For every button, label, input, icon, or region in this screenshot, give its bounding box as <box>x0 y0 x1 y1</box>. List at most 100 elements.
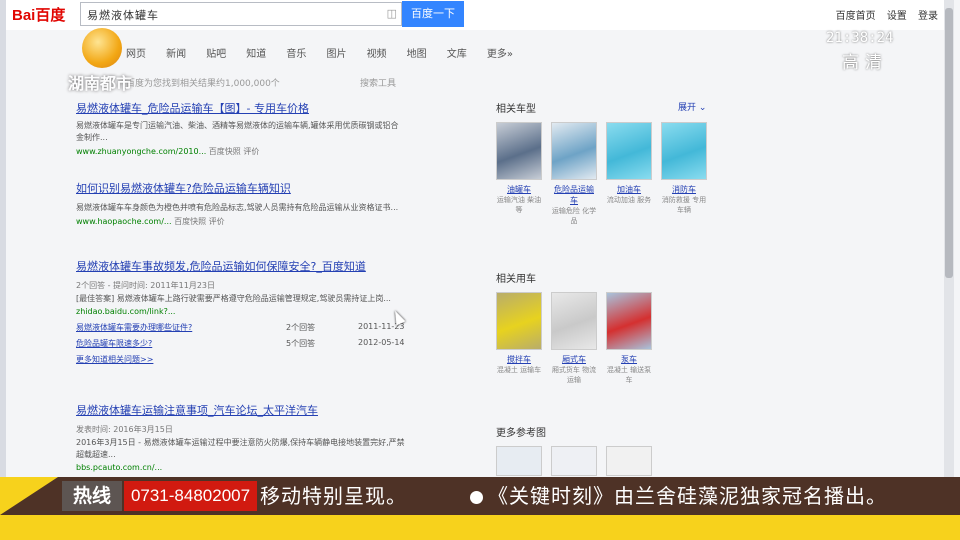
answer-count: 5个回答 <box>286 339 316 348</box>
card-subtitle: 消防救援 专用车辆 <box>661 196 707 214</box>
result-snippet: 2016年3月15日 - 易燃液体罐车运输过程中要注意防火防爆,保持车辆静电接地… <box>76 438 405 459</box>
side-card[interactable]: 消防车 消防救援 专用车辆 <box>661 122 707 215</box>
result-url-text: www.haopaoche.com/... <box>76 217 172 226</box>
bullet-dot-icon <box>470 491 483 504</box>
related-question-row: 易燃液体罐车需要办理哪些证件? 2个回答 2011-11-23 <box>76 322 406 334</box>
top-link-login[interactable]: 登录 <box>918 11 938 22</box>
side-card[interactable]: 加油车 流动加油 服务 <box>606 122 652 205</box>
answer-count: 2个回答 <box>286 323 316 332</box>
card-subtitle: 混凝土 输送泵车 <box>606 366 652 384</box>
baidu-logo[interactable]: Bai百度 <box>12 4 65 25</box>
hd-label: 高清 <box>842 53 888 73</box>
eval-link[interactable]: 评价 <box>243 147 259 156</box>
search-tools-link[interactable]: 搜索工具 <box>360 76 396 89</box>
result-snippet: [最佳答案] 易燃液体罐车上路行驶需要严格遵守危险品运输管理规定,驾驶员需持证上… <box>76 294 391 303</box>
result-url: www.haopaoche.com/... 百度快照 评价 <box>76 216 476 227</box>
tab-video[interactable]: 视频 <box>367 45 387 60</box>
tab-music[interactable]: 音乐 <box>286 45 306 60</box>
tab-more[interactable]: 更多» <box>487 45 513 60</box>
tab-tieba[interactable]: 贴吧 <box>206 45 226 60</box>
scrollbar-thumb[interactable] <box>945 8 953 278</box>
result-title-link[interactable]: 易燃液体罐车运输注意事项_汽车论坛_太平洋汽车 <box>76 402 476 418</box>
search-tabs: 网页 新闻 贴吧 知道 音乐 图片 视频 地图 文库 更多» <box>126 42 528 60</box>
card-label: 危险品运输车 <box>554 185 594 205</box>
result-snippet: 易燃液体罐车车身颜色为橙色并喷有危险品标志,驾驶人员需持有危险品运输从业资格证书… <box>76 203 399 212</box>
top-link-home[interactable]: 百度首页 <box>836 11 876 22</box>
result-title-link[interactable]: 易燃液体罐车_危险品运输车【图】- 专用车价格 <box>76 100 476 116</box>
reference-thumbnail[interactable] <box>606 446 652 476</box>
card-label: 泵车 <box>621 355 637 364</box>
tab-images[interactable]: 图片 <box>326 45 346 60</box>
tab-news[interactable]: 新闻 <box>166 45 186 60</box>
card-label: 搅拌车 <box>507 355 531 364</box>
reference-thumbnail[interactable] <box>496 446 542 476</box>
card-thumbnail <box>551 292 597 350</box>
camera-icon[interactable]: ◫ <box>387 7 397 20</box>
search-query-text: 易燃液体罐车 <box>87 9 159 22</box>
more-questions-row: 更多知道相关问题>> <box>76 354 406 366</box>
ticker-text: 移动特别呈现。 <box>260 484 407 508</box>
news-ticker: 热线 0731-84802007 移动特别呈现。 《关键时刻》由兰舍硅藻泥独家冠… <box>0 477 960 540</box>
expand-label: 展开 <box>678 103 697 113</box>
cache-link[interactable]: 百度快照 <box>174 217 206 226</box>
result-title-link[interactable]: 易燃液体罐车事故频发,危险品运输如何保障安全?_百度知道 <box>76 258 476 274</box>
card-subtitle: 厢式货车 物流运输 <box>551 366 597 384</box>
card-thumbnail <box>661 122 707 180</box>
card-label: 消防车 <box>672 185 696 194</box>
channel-logo-disc-icon <box>82 28 122 68</box>
expand-link[interactable]: 展开 ⌄ <box>678 100 706 113</box>
side-card[interactable]: 搅拌车 混凝土 运输车 <box>496 292 542 375</box>
search-result: 易燃液体罐车_危险品运输车【图】- 专用车价格 易燃液体罐车是专门运输汽油、柴油… <box>76 100 476 157</box>
result-meta: 发表时间: 2016年3月15日 <box>76 425 173 434</box>
more-questions-link[interactable]: 更多知道相关问题>> <box>76 355 153 364</box>
result-url: bbs.pcauto.com.cn/... <box>76 463 163 472</box>
side-section-title: 相关车型 <box>496 104 536 115</box>
hotline-label: 热线 <box>62 481 122 511</box>
related-question-row: 危险品罐车限速多少? 5个回答 2012-05-14 <box>76 338 406 350</box>
side-section-title: 相关用车 <box>496 274 536 285</box>
channel-name: 湖南都市 <box>67 74 132 93</box>
card-thumbnail <box>606 292 652 350</box>
window-edge <box>0 0 6 480</box>
tab-map[interactable]: 地图 <box>407 45 427 60</box>
result-url: zhidao.baidu.com/link?... <box>76 307 176 316</box>
card-subtitle: 运输汽油 柴油等 <box>496 196 542 214</box>
top-link-settings[interactable]: 设置 <box>887 11 907 22</box>
result-url: www.zhuanyongche.com/2010... 百度快照 评价 <box>76 146 476 157</box>
top-links: 百度首页 设置 登录 <box>828 7 938 22</box>
card-label: 加油车 <box>617 185 641 194</box>
tab-zhidao[interactable]: 知道 <box>246 45 266 60</box>
card-label: 油罐车 <box>507 185 531 194</box>
side-card[interactable]: 厢式车 厢式货车 物流运输 <box>551 292 597 385</box>
side-section-title: 更多参考图 <box>496 428 546 439</box>
card-subtitle: 混凝土 运输车 <box>496 366 542 374</box>
card-thumbnail <box>551 122 597 180</box>
search-result: 如何识别易燃液体罐车?危险品运输车辆知识 易燃液体罐车车身颜色为橙色并喷有危险品… <box>76 180 476 227</box>
ticker-wedge-shape <box>0 477 58 515</box>
result-title-link[interactable]: 如何识别易燃液体罐车?危险品运输车辆知识 <box>76 180 476 196</box>
cache-link[interactable]: 百度快照 <box>209 147 241 156</box>
card-thumbnail <box>496 292 542 350</box>
eval-link[interactable]: 评价 <box>209 217 225 226</box>
related-question-link[interactable]: 危险品罐车限速多少? <box>76 339 152 348</box>
card-thumbnail <box>496 122 542 180</box>
search-button[interactable]: 百度一下 <box>402 1 464 27</box>
related-question-link[interactable]: 易燃液体罐车需要办理哪些证件? <box>76 323 192 332</box>
ticker-text: 《关键时刻》由兰舍硅藻泥独家冠名播出。 <box>488 484 887 508</box>
search-result-zhidao: 易燃液体罐车事故频发,危险品运输如何保障安全?_百度知道 2个回答 - 提问时间… <box>76 258 476 366</box>
reference-thumbnail[interactable] <box>551 446 597 476</box>
hotline-number: 0731-84802007 <box>124 481 257 511</box>
card-subtitle: 流动加油 服务 <box>606 196 652 204</box>
card-label: 厢式车 <box>562 355 586 364</box>
result-snippet: 易燃液体罐车是专门运输汽油、柴油、酒精等易燃液体的运输车辆,罐体采用优质碳钢或铝… <box>76 121 399 142</box>
tab-wenku[interactable]: 文库 <box>447 45 467 60</box>
side-card[interactable]: 油罐车 运输汽油 柴油等 <box>496 122 542 215</box>
result-meta: 2个回答 - 提问时间: 2011年11月23日 <box>76 281 216 290</box>
side-card[interactable]: 泵车 混凝土 输送泵车 <box>606 292 652 385</box>
question-date: 2012-05-14 <box>358 338 405 347</box>
channel-logo: 湖南都市 <box>52 26 148 93</box>
result-count: 百度为您找到相关结果约1,000,000个 <box>126 79 280 89</box>
search-input[interactable]: 易燃液体罐车 ◫ <box>80 2 402 26</box>
side-card[interactable]: 危险品运输车 运输危险 化学品 <box>551 122 597 226</box>
chevron-down-icon: ⌄ <box>698 103 707 113</box>
